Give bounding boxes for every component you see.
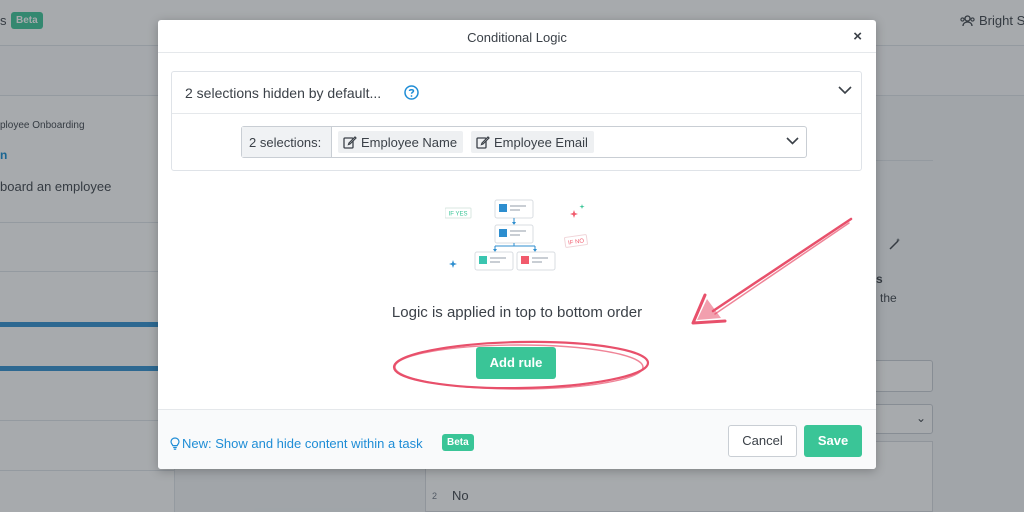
selection-chip-employee-email[interactable]: Employee Email: [471, 131, 594, 153]
selection-chip-employee-name[interactable]: Employee Name: [338, 131, 464, 153]
modal-title: Conditional Logic: [467, 30, 567, 45]
selection-chip-label: Employee Name: [361, 135, 458, 150]
modal-footer: New: Show and hide content within a task…: [158, 409, 876, 469]
hidden-selections-label: 2 selections hidden by default...: [185, 85, 382, 101]
question-circle-icon[interactable]: [404, 85, 419, 100]
hidden-selections-toggle[interactable]: 2 selections hidden by default...: [172, 72, 861, 114]
add-rule-button[interactable]: Add rule: [476, 347, 556, 379]
edit-icon: [476, 136, 490, 149]
if-yes-label: IF YES: [449, 212, 468, 218]
annotation-arrow: [691, 217, 853, 325]
logic-flow-illustration: IF YES IF NO: [445, 199, 588, 271]
edit-icon: [343, 136, 357, 149]
modal-header: Conditional Logic ×: [158, 20, 876, 53]
save-button[interactable]: Save: [804, 425, 862, 457]
selection-count: 2 selections:: [242, 127, 332, 157]
lightbulb-icon: [170, 437, 180, 450]
close-icon[interactable]: ×: [853, 28, 862, 45]
hidden-selections-select[interactable]: 2 selections: Employee Name Employee Ema…: [241, 126, 807, 158]
chevron-down-icon[interactable]: [786, 137, 799, 145]
beta-badge: Beta: [442, 434, 474, 451]
new-feature-link[interactable]: New: Show and hide content within a task: [170, 436, 423, 451]
hidden-selections-box: 2 selections hidden by default... 2 sele…: [171, 71, 862, 171]
chevron-down-icon[interactable]: [838, 86, 852, 95]
new-feature-text: New: Show and hide content within a task: [182, 436, 423, 451]
cancel-button[interactable]: Cancel: [728, 425, 797, 457]
selection-chip-label: Employee Email: [494, 135, 588, 150]
